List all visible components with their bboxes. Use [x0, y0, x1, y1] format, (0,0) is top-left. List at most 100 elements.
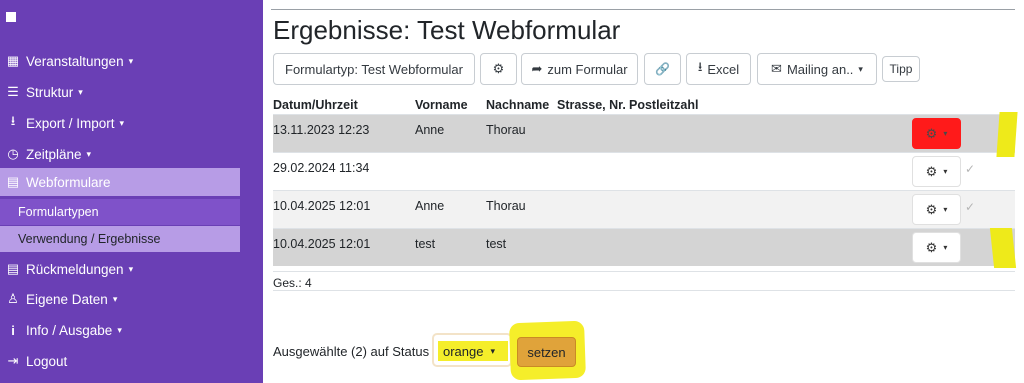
- settings-button[interactable]: ⚙: [480, 53, 517, 85]
- share-arrow-icon: ➦: [531, 61, 543, 76]
- firstname-cell: Anne: [415, 123, 445, 137]
- column-header[interactable]: Strasse, Nr.: [557, 98, 626, 112]
- sidebar-item-label: Webformulare: [26, 174, 111, 190]
- gear-icon: ⚙: [925, 239, 938, 255]
- excel-button[interactable]: ⭳ Excel: [686, 53, 751, 85]
- datetime-cell: 13.11.2023 12:23: [273, 123, 370, 137]
- set-status-button[interactable]: setzen: [517, 337, 576, 367]
- excel-label: Excel: [707, 61, 740, 77]
- sidebar-item-label: Zeitpläne: [26, 146, 82, 162]
- sidebar-item-logout[interactable]: ⇥ Logout: [0, 347, 240, 375]
- caret-down-icon: ▾: [119, 117, 125, 128]
- caret-down-icon: ▾: [78, 86, 83, 97]
- highlighter-mark: [996, 112, 1018, 157]
- lastname-cell: Thorau: [486, 123, 526, 137]
- sidebar-item-struktur[interactable]: ☰ Struktur ▾: [0, 78, 240, 106]
- page-title: Ergebnisse: Test Webformular: [273, 15, 621, 45]
- mailing-dropdown[interactable]: ✉ Mailing an.. ▾: [757, 53, 877, 85]
- clock-icon: ◷: [7, 146, 19, 161]
- gear-icon: ⚙: [925, 201, 938, 217]
- sidebar-item-label: Info / Ausgabe: [26, 322, 113, 338]
- sidebar-item-label: Export / Import: [26, 115, 115, 131]
- table-row[interactable]: 10.04.2025 12:01 test test ⚙ ▾: [273, 228, 1015, 266]
- logout-icon: ⇥: [7, 353, 19, 368]
- caret-down-icon: ▾: [943, 243, 948, 252]
- sidebar-item-rueckmeldungen[interactable]: ▤ Rückmeldungen ▾: [0, 255, 240, 283]
- to-form-label: zum Formular: [547, 61, 628, 77]
- caret-down-icon: ▾: [117, 324, 122, 335]
- table-header: Datum/Uhrzeit Vorname Nachname Strasse, …: [273, 96, 1015, 114]
- total-count: Ges.: 4: [273, 271, 1015, 291]
- sidebar-item-label: Logout: [26, 353, 68, 369]
- sidebar-item-export-import[interactable]: ⭳ Export / Import ▾: [0, 109, 240, 137]
- chevron-down-icon: ▾: [490, 345, 496, 356]
- row-actions-button[interactable]: ⚙ ▾: [912, 232, 961, 263]
- envelope-icon: ✉: [771, 61, 782, 76]
- sidebar-item-eigene-daten[interactable]: ♙ Eigene Daten ▾: [0, 285, 240, 313]
- bulk-status-label: Ausgewählte (2) auf Status: [273, 344, 430, 359]
- sidebar-item-label: Struktur: [26, 84, 74, 100]
- sliders-icon: ☰: [7, 84, 19, 99]
- tip-button[interactable]: Tipp: [882, 56, 920, 82]
- sidebar-subitem-verwendung-ergebnisse[interactable]: Verwendung / Ergebnisse: [0, 226, 240, 252]
- tip-label: Tipp: [889, 62, 913, 76]
- column-header[interactable]: Datum/Uhrzeit: [273, 98, 358, 112]
- datetime-cell: 29.02.2024 11:34: [273, 161, 370, 175]
- sidebar-item-webformulare[interactable]: ▤ Webformulare: [0, 168, 240, 196]
- formtype-button[interactable]: Formulartyp: Test Webformular: [273, 53, 475, 85]
- link-icon: 🔗: [655, 62, 670, 76]
- user-icon: ♙: [7, 291, 19, 306]
- highlighter-mark: [989, 228, 1017, 268]
- formtype-label: Formulartyp: Test Webformular: [285, 61, 463, 77]
- table-row[interactable]: 29.02.2024 11:34 ⚙ ▾ ✓: [273, 152, 1015, 190]
- sidebar-subitem-label: Formulartypen: [18, 205, 99, 219]
- column-header[interactable]: Vorname: [415, 98, 468, 112]
- sidebar-item-info-ausgabe[interactable]: i Info / Ausgabe ▾: [0, 316, 240, 344]
- row-actions-button[interactable]: ⚙ ▾: [912, 118, 961, 149]
- to-form-button[interactable]: ➦ zum Formular: [521, 53, 638, 85]
- lastname-cell: test: [486, 237, 507, 251]
- caret-down-icon: ▾: [943, 205, 948, 214]
- calendar-icon: ▦: [6, 53, 20, 68]
- status-select[interactable]: orange ▾: [432, 333, 512, 367]
- status-select-value-wrap: orange ▾: [438, 341, 508, 361]
- sidebar-item-veranstaltungen[interactable]: ▦ Veranstaltungen ▾: [0, 47, 240, 75]
- download-icon: ⭳: [10, 113, 16, 128]
- column-header[interactable]: Nachname: [486, 98, 549, 112]
- gear-icon: ⚙: [925, 163, 938, 179]
- check-icon: ✓: [965, 162, 976, 176]
- divider: [271, 9, 1015, 10]
- link-button[interactable]: 🔗: [644, 53, 681, 85]
- lastname-cell: Thorau: [486, 199, 526, 213]
- sidebar: ▦ Veranstaltungen ▾ ☰ Struktur ▾ ⭳ Expor…: [0, 0, 263, 383]
- column-header[interactable]: Postleitzahl: [629, 98, 698, 112]
- sidebar-item-label: Veranstaltungen: [26, 53, 124, 69]
- check-icon: ✓: [965, 200, 976, 214]
- sidebar-subitem-formulartypen[interactable]: Formulartypen: [0, 199, 240, 225]
- gear-icon: ⚙: [925, 125, 938, 141]
- row-actions-button[interactable]: ⚙ ▾: [912, 194, 961, 225]
- caret-down-icon: ▾: [858, 63, 863, 74]
- caret-down-icon: ▾: [128, 263, 134, 274]
- caret-down-icon: ▾: [943, 167, 948, 176]
- datetime-cell: 10.04.2025 12:01: [273, 237, 371, 251]
- set-status-label: setzen: [527, 344, 566, 360]
- gears-icon: ⚙: [492, 61, 505, 76]
- firstname-cell: Anne: [415, 199, 445, 213]
- download-icon: ⭳: [697, 59, 703, 74]
- caret-down-icon: ▾: [86, 148, 92, 159]
- datetime-cell: 10.04.2025 12:01: [273, 199, 371, 213]
- caret-down-icon: ▾: [943, 129, 948, 138]
- brand-logo[interactable]: [6, 12, 16, 22]
- sidebar-subitem-label: Verwendung / Ergebnisse: [18, 232, 161, 246]
- sidebar-item-label: Rückmeldungen: [26, 261, 124, 277]
- status-select-value: orange: [443, 343, 484, 359]
- sidebar-item-zeitplaene[interactable]: ◷ Zeitpläne ▾: [0, 140, 240, 168]
- form-icon: ▤: [6, 174, 20, 189]
- table-row[interactable]: 13.11.2023 12:23 Anne Thorau ⚙ ▾: [273, 114, 1015, 152]
- table-row[interactable]: 10.04.2025 12:01 Anne Thorau ⚙ ▾ ✓: [273, 190, 1015, 228]
- firstname-cell: test: [415, 237, 436, 251]
- info-icon: i: [11, 322, 15, 338]
- caret-down-icon: ▾: [128, 55, 134, 66]
- row-actions-button[interactable]: ⚙ ▾: [912, 156, 961, 187]
